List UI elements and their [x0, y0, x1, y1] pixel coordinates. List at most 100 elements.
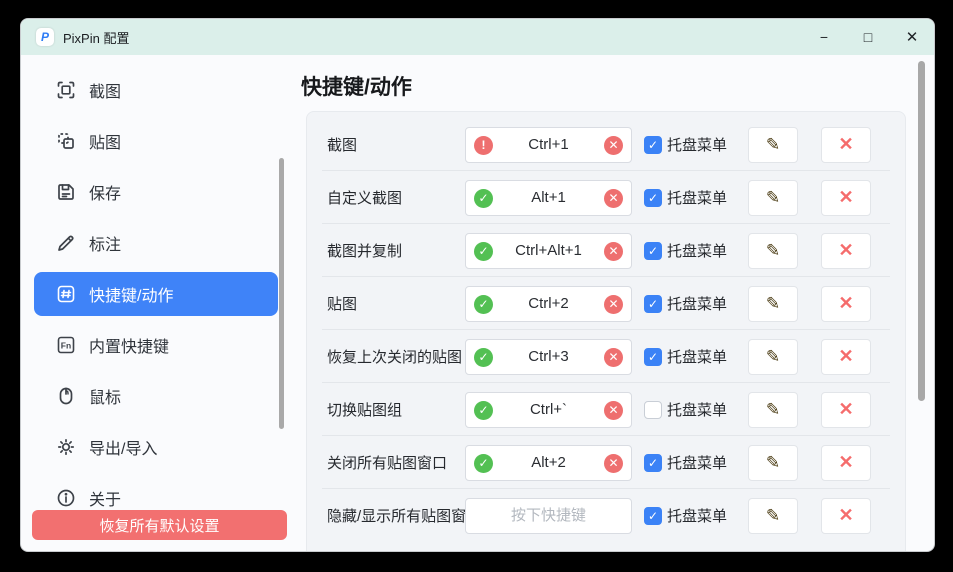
status-ok-icon: ✓	[474, 348, 493, 367]
hotkey-input[interactable]: ✓ Ctrl+Alt+1 ✕	[465, 233, 632, 269]
hotkey-input[interactable]: ✓ Ctrl+3 ✕	[465, 339, 632, 375]
sidebar-scrollbar[interactable]	[279, 158, 284, 429]
hotkey-input[interactable]: ✓ Alt+1 ✕	[465, 180, 632, 216]
clear-hotkey-icon[interactable]: ✕	[604, 242, 623, 261]
tray-checkbox[interactable]	[644, 401, 662, 419]
sidebar-item-label: 内置快捷键	[89, 333, 169, 357]
delete-button[interactable]: ✕	[821, 286, 871, 322]
tray-checkbox[interactable]: ✓	[644, 507, 662, 525]
screenshot-icon	[56, 80, 76, 100]
hotkey-value: Ctrl+`	[492, 393, 605, 427]
clear-hotkey-icon[interactable]: ✕	[604, 401, 623, 420]
hotkey-input[interactable]: ! Ctrl+1 ✕	[465, 127, 632, 163]
hotkey-value: Alt+2	[492, 446, 605, 480]
hotkey-row: 截图 ! Ctrl+1 ✕ ✓ 托盘菜单 ✎ ✕	[307, 118, 905, 171]
maximize-button[interactable]: □	[846, 19, 890, 55]
minimize-button[interactable]: −	[802, 19, 846, 55]
delete-x-icon: ✕	[838, 240, 853, 261]
sidebar-item-annotate[interactable]: 标注	[34, 221, 278, 265]
delete-x-icon: ✕	[838, 134, 853, 155]
delete-button[interactable]: ✕	[821, 127, 871, 163]
sidebar-item-mouse[interactable]: 鼠标	[34, 374, 278, 418]
mouse-icon	[56, 386, 76, 406]
restore-defaults-button[interactable]: 恢复所有默认设置	[32, 510, 287, 540]
delete-button[interactable]: ✕	[821, 445, 871, 481]
edit-button[interactable]: ✎	[748, 392, 798, 428]
hotkey-row: 截图并复制 ✓ Ctrl+Alt+1 ✕ ✓ 托盘菜单 ✎ ✕	[307, 224, 905, 277]
edit-button[interactable]: ✎	[748, 286, 798, 322]
clear-hotkey-icon[interactable]: ✕	[604, 295, 623, 314]
edit-button[interactable]: ✎	[748, 339, 798, 375]
about-icon	[56, 488, 76, 508]
hotkey-row: 隐藏/显示所有贴图窗口 按下快捷键 ✓ 托盘菜单 ✎ ✕	[307, 489, 905, 542]
hotkey-input[interactable]: ✓ Ctrl+2 ✕	[465, 286, 632, 322]
pixpin-logo-icon: P	[36, 28, 54, 46]
row-label: 切换贴图组	[307, 399, 465, 420]
sidebar-item-export-import[interactable]: 导出/导入	[34, 425, 278, 469]
delete-button[interactable]: ✕	[821, 180, 871, 216]
edit-button[interactable]: ✎	[748, 180, 798, 216]
clear-hotkey-icon[interactable]: ✕	[604, 348, 623, 367]
delete-button[interactable]: ✕	[821, 233, 871, 269]
tray-checkbox[interactable]: ✓	[644, 242, 662, 260]
edit-button[interactable]: ✎	[748, 233, 798, 269]
pencil-icon: ✎	[766, 294, 780, 314]
status-ok-icon: ✓	[474, 454, 493, 473]
hotkey-row: 关闭所有贴图窗口 ✓ Alt+2 ✕ ✓ 托盘菜单 ✎ ✕	[307, 436, 905, 489]
tray-checkbox[interactable]: ✓	[644, 454, 662, 472]
window-title: PixPin 配置	[63, 28, 129, 47]
delete-x-icon: ✕	[838, 346, 853, 367]
tray-label: 托盘菜单	[667, 134, 727, 155]
clear-hotkey-icon[interactable]: ✕	[604, 454, 623, 473]
tray-label: 托盘菜单	[667, 452, 727, 473]
sidebar-item-screenshot[interactable]: 截图	[34, 68, 278, 112]
tray-label: 托盘菜单	[667, 399, 727, 420]
tray-checkbox[interactable]: ✓	[644, 136, 662, 154]
sidebar-nav: 截图 贴图 保存	[34, 68, 278, 520]
delete-button[interactable]: ✕	[821, 392, 871, 428]
edit-button[interactable]: ✎	[748, 445, 798, 481]
pencil-icon: ✎	[766, 188, 780, 208]
sidebar-item-hotkeys[interactable]: 快捷键/动作	[34, 272, 278, 316]
sidebar-item-label: 导出/导入	[89, 435, 157, 459]
row-label: 自定义截图	[307, 187, 465, 208]
main-scrollbar[interactable]	[918, 61, 925, 401]
sidebar-item-label: 标注	[89, 231, 121, 255]
pixpin-config-window: P PixPin 配置 − □ ✕ 截图	[20, 18, 935, 552]
sidebar-item-pin-image[interactable]: 贴图	[34, 119, 278, 163]
sidebar-item-builtin-hotkeys[interactable]: Fn 内置快捷键	[34, 323, 278, 367]
row-label: 截图	[307, 134, 465, 155]
tray-checkbox[interactable]: ✓	[644, 295, 662, 313]
tray-checkbox[interactable]: ✓	[644, 189, 662, 207]
delete-x-icon: ✕	[838, 452, 853, 473]
sidebar-item-save[interactable]: 保存	[34, 170, 278, 214]
delete-button[interactable]: ✕	[821, 339, 871, 375]
delete-button[interactable]: ✕	[821, 498, 871, 534]
hotkey-input[interactable]: 按下快捷键	[465, 498, 632, 534]
status-ok-icon: ✓	[474, 401, 493, 420]
hotkey-input[interactable]: ✓ Alt+2 ✕	[465, 445, 632, 481]
sidebar-item-label: 鼠标	[89, 384, 121, 408]
hotkey-value: Ctrl+1	[492, 128, 605, 162]
status-ok-icon: ✓	[474, 189, 493, 208]
edit-button[interactable]: ✎	[748, 127, 798, 163]
sidebar-item-label: 快捷键/动作	[89, 282, 173, 306]
row-label: 贴图	[307, 293, 465, 314]
tray-checkbox[interactable]: ✓	[644, 348, 662, 366]
tray-label: 托盘菜单	[667, 240, 727, 261]
clear-hotkey-icon[interactable]: ✕	[604, 189, 623, 208]
pin-image-icon	[56, 131, 76, 151]
export-import-icon	[56, 437, 76, 457]
edit-button[interactable]: ✎	[748, 498, 798, 534]
sidebar-item-label: 保存	[89, 180, 121, 204]
status-ok-icon: ✓	[474, 295, 493, 314]
clear-hotkey-icon[interactable]: ✕	[604, 136, 623, 155]
close-button[interactable]: ✕	[890, 19, 934, 55]
sidebar-item-label: 关于	[89, 486, 121, 510]
hotkey-input[interactable]: ✓ Ctrl+` ✕	[465, 392, 632, 428]
delete-x-icon: ✕	[838, 505, 853, 526]
delete-x-icon: ✕	[838, 293, 853, 314]
save-icon	[56, 182, 76, 202]
tray-label: 托盘菜单	[667, 187, 727, 208]
pencil-icon: ✎	[766, 400, 780, 420]
